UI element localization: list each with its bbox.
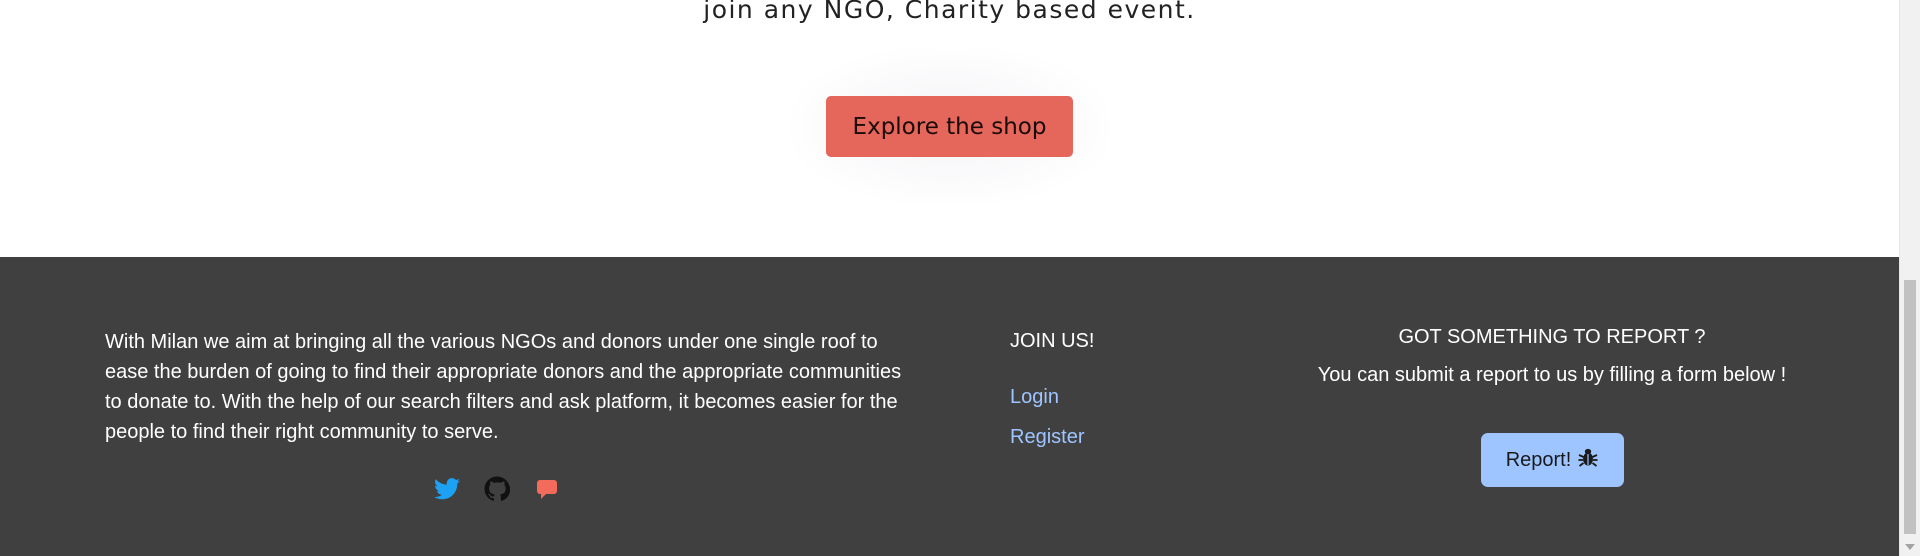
register-link[interactable]: Register bbox=[1010, 425, 1084, 449]
scrollbar-thumb[interactable] bbox=[1904, 280, 1916, 534]
site-footer: With Milan we aim at bringing all the va… bbox=[0, 257, 1899, 556]
bug-icon bbox=[1577, 446, 1599, 474]
github-link[interactable] bbox=[483, 476, 511, 506]
report-subtitle: You can submit a report to us by filling… bbox=[1317, 364, 1787, 386]
explore-shop-button[interactable]: Explore the shop bbox=[826, 96, 1073, 157]
report-button-label: Report! bbox=[1505, 448, 1572, 471]
twitter-link[interactable] bbox=[433, 477, 461, 505]
report-title: GOT SOMETHING TO REPORT ? bbox=[1398, 326, 1706, 348]
github-icon bbox=[484, 476, 511, 506]
footer-about: With Milan we aim at bringing all the va… bbox=[105, 327, 905, 447]
page: join any NGO, Charity based event. Explo… bbox=[0, 0, 1920, 556]
vertical-scrollbar[interactable] bbox=[1899, 0, 1920, 556]
join-us-title: JOIN US! bbox=[1010, 330, 1095, 352]
hero-section: join any NGO, Charity based event. Explo… bbox=[0, 0, 1899, 257]
twitter-icon bbox=[434, 478, 460, 504]
chat-icon bbox=[536, 478, 558, 504]
scroll-down-arrow-icon[interactable] bbox=[1905, 544, 1915, 550]
about-text: With Milan we aim at bringing all the va… bbox=[105, 331, 902, 443]
report-button[interactable]: Report! bbox=[1481, 433, 1624, 487]
join-us-section: JOIN US! Login Register bbox=[1010, 329, 1095, 448]
chat-link[interactable] bbox=[533, 477, 561, 505]
hero-tagline: join any NGO, Charity based event. bbox=[703, 0, 1196, 24]
login-link[interactable]: Login bbox=[1010, 385, 1059, 409]
report-section: GOT SOMETHING TO REPORT ? You can submit… bbox=[1280, 325, 1824, 487]
